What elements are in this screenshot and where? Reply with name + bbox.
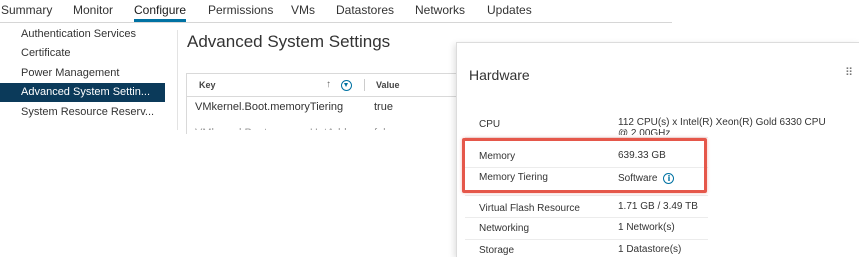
hardware-card-title: Hardware	[469, 67, 530, 83]
tab-monitor[interactable]: Monitor	[73, 3, 113, 17]
sidebar-item-power-management[interactable]: Power Management	[0, 64, 165, 83]
filter-icon[interactable]	[341, 80, 352, 91]
sidebar-divider	[177, 30, 178, 130]
hardware-value-cpu-continued: @ 2.00GHz	[618, 129, 671, 135]
hardware-value-networking: 1 Network(s)	[618, 222, 675, 233]
tab-bar: Summary Monitor Configure Permissions VM…	[0, 0, 672, 23]
row-divider	[465, 195, 708, 196]
tab-updates[interactable]: Updates	[487, 3, 532, 17]
drag-handle-icon[interactable]: ⠿	[845, 66, 853, 79]
row-divider	[465, 239, 708, 240]
table-cell-value[interactable]: true	[374, 101, 393, 113]
tab-networks[interactable]: Networks	[415, 3, 465, 17]
table-header-divider	[187, 96, 467, 97]
table-cell-value[interactable]: false	[374, 122, 397, 130]
sidebar-item-authentication-services[interactable]: Authentication Services	[0, 25, 165, 44]
tab-permissions[interactable]: Permissions	[208, 3, 273, 17]
hardware-value-virtual-flash-resource: 1.71 GB / 3.49 TB	[618, 201, 698, 212]
tab-summary[interactable]: Summary	[1, 3, 52, 17]
hardware-label-storage: Storage	[479, 245, 515, 256]
settings-sidebar: Authentication Services Certificate Powe…	[0, 25, 165, 256]
active-tab-indicator	[134, 19, 186, 22]
memory-highlight-box	[462, 138, 707, 193]
hardware-label-virtual-flash-resource: Virtual Flash Resource	[479, 203, 580, 214]
arrow-up-icon[interactable]: ↑	[326, 79, 331, 90]
sidebar-item-certificate[interactable]: Certificate	[0, 44, 165, 63]
column-separator[interactable]	[364, 79, 365, 91]
settings-table: Key ↑ Value VMkernel.Boot.memoryTiering …	[186, 73, 468, 134]
hardware-value-storage: 1 Datastore(s)	[618, 244, 682, 255]
hardware-label-networking: Networking	[479, 223, 530, 234]
column-header-key[interactable]: Key	[199, 74, 216, 96]
sidebar-item-system-resource-reservation[interactable]: System Resource Reserv...	[0, 103, 165, 122]
tab-datastores[interactable]: Datastores	[336, 3, 394, 17]
column-header-value[interactable]: Value	[376, 74, 400, 96]
hardware-value-cpu: 112 CPU(s) x Intel(R) Xeon(R) Gold 6330 …	[618, 117, 826, 128]
tab-vms[interactable]: VMs	[291, 3, 315, 17]
sidebar-item-advanced-system-settings[interactable]: Advanced System Settin...	[0, 83, 165, 102]
hardware-label-cpu: CPU	[479, 119, 501, 130]
tab-configure[interactable]: Configure	[134, 3, 186, 17]
page-title: Advanced System Settings	[187, 32, 391, 51]
table-cell-key[interactable]: VMkernel.Boot.memoryHotAdd...	[195, 122, 356, 130]
row-divider	[465, 217, 708, 218]
table-cell-key[interactable]: VMkernel.Boot.memoryTiering	[195, 101, 343, 113]
